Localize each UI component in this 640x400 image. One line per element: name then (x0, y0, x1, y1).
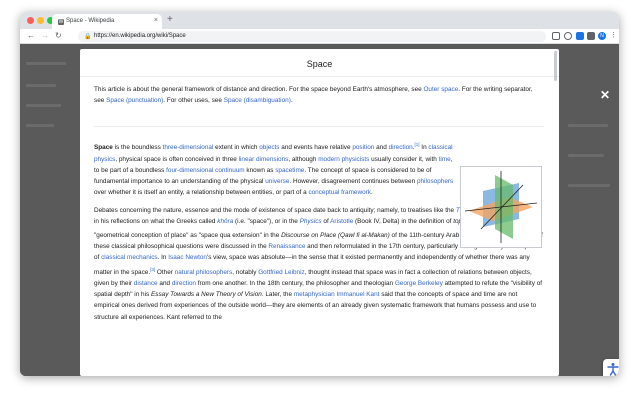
body-text: extent in which (213, 144, 260, 152)
forward-arrow-icon[interactable]: → (41, 31, 49, 40)
accessibility-glyph (607, 363, 619, 376)
divider (94, 126, 544, 128)
lock-icon: 🔒 (84, 34, 92, 40)
browser-window: W Space - Wikipedia × + ← → ↻ 🔒 https://e… (20, 12, 619, 376)
article-link[interactable]: Physics (300, 218, 322, 225)
tab-wikipedia-space[interactable]: W Space - Wikipedia × (52, 14, 162, 29)
link-space-disambiguation[interactable]: Space (disambiguation) (224, 97, 291, 104)
extension-icon[interactable] (576, 32, 584, 40)
body-text: . However, disagreement continues betwee… (289, 178, 417, 186)
link-space-punctuation[interactable]: Space (punctuation) (106, 97, 163, 104)
body-text: of (321, 217, 331, 225)
dialog-title: Space (80, 49, 559, 77)
article-link[interactable]: linear dimensions (239, 156, 289, 163)
body-text: usually consider it, with (369, 155, 439, 163)
italic-text: Discourse on Place (Qawl fi al-Makan) (281, 232, 390, 240)
link-outer-space[interactable]: Outer space (423, 86, 458, 93)
body-text: Debates concerning the nature, essence a… (94, 206, 456, 214)
article-link[interactable]: Renaissance (268, 243, 305, 250)
body-text: and (157, 280, 172, 288)
tab-close-icon[interactable]: × (154, 17, 158, 24)
article-link[interactable]: Immanuel Kant (336, 291, 379, 298)
body-text: is the boundless (112, 144, 163, 152)
minimize-window-dot[interactable] (37, 17, 44, 24)
article-link[interactable]: spacetime (275, 167, 304, 174)
lead-paragraph: Space is the boundless three-dimensional… (94, 139, 454, 198)
address-bar[interactable]: 🔒 https://en.wikipedia.org/wiki/Space (78, 31, 546, 42)
article-link[interactable]: Isaac Newton (168, 254, 207, 261)
wikipedia-favicon-icon: W (58, 19, 64, 25)
body-text: , physical space is often conceived in t… (115, 155, 239, 163)
tab-strip: W Space - Wikipedia × + (20, 12, 619, 29)
article-link[interactable]: philosophers (417, 178, 453, 185)
body-text: , notably (232, 268, 259, 276)
bookmark-icon[interactable] (564, 32, 572, 40)
body-text: . In (157, 254, 169, 262)
close-window-dot[interactable] (27, 17, 34, 24)
article-link[interactable]: modern physicists (318, 156, 369, 163)
article-link[interactable]: universe (265, 178, 289, 185)
body-text: , although (288, 155, 319, 163)
article-link[interactable]: direction (172, 280, 196, 287)
page-viewport: Space This article is about the general … (20, 44, 619, 376)
hatnote-text: . (290, 97, 293, 105)
hatnote: This article is about the general framew… (94, 84, 544, 116)
3d-axes-diagram (464, 171, 538, 243)
accessibility-icon[interactable] (603, 359, 619, 376)
body-text: known as (244, 166, 276, 174)
body-text: from one another. In the 18th century, t… (195, 280, 395, 288)
article-link[interactable]: direction (389, 145, 413, 152)
menu-kebab-icon[interactable]: ⋮ (610, 31, 617, 39)
body-text: and events have relative (279, 144, 353, 152)
bold-term: Space (94, 144, 113, 152)
share-icon[interactable] (552, 32, 560, 40)
article-link[interactable]: objects (259, 145, 279, 152)
body-text: (i.e. "space"), or in the (233, 217, 300, 225)
article-link[interactable]: Aristotle (330, 218, 353, 225)
3d-axes-figure[interactable] (460, 166, 542, 248)
article-link[interactable]: metaphysician (294, 291, 335, 298)
body-text: Other (155, 268, 175, 276)
article-link[interactable]: conceptual framework (308, 189, 371, 196)
article-link[interactable]: natural philosophers (175, 269, 233, 276)
article-link[interactable]: distance (134, 280, 158, 287)
puzzle-icon[interactable] (587, 32, 595, 40)
body-text: . Later, the (261, 291, 294, 299)
article-link[interactable]: Gottfried Leibniz (258, 269, 305, 276)
body-text: (Book IV, Delta) in the definition of (353, 217, 454, 225)
browser-toolbar: ← → ↻ 🔒 https://en.wikipedia.org/wiki/Sp… (20, 29, 619, 44)
body-text: . (370, 189, 373, 197)
url-text: https://en.wikipedia.org/wiki/Space (94, 33, 186, 39)
article-link[interactable]: khôra (217, 218, 233, 225)
body-text: over whether it is itself an entity, a r… (94, 189, 309, 197)
article-link[interactable]: time (439, 156, 451, 163)
hatnote-text: . For other uses, see (163, 97, 224, 105)
dialog-scrollbar[interactable] (554, 51, 557, 81)
new-tab-button[interactable]: + (167, 14, 173, 25)
back-arrow-icon[interactable]: ← (27, 31, 35, 40)
article-preview-dialog: Space This article is about the general … (80, 49, 559, 376)
italic-text: Essay Towards a New Theory of Vision (150, 291, 262, 299)
article-link[interactable]: three-dimensional (163, 145, 214, 152)
close-icon[interactable]: ✕ (600, 88, 610, 102)
tab-title: Space - Wikipedia (66, 18, 115, 24)
profile-avatar[interactable]: N (598, 32, 606, 40)
article-link[interactable]: George Berkeley (395, 280, 443, 287)
article-link[interactable]: four-dimensional continuum (166, 167, 245, 174)
body-text: and (374, 144, 389, 152)
reload-icon[interactable]: ↻ (55, 31, 62, 40)
article-link[interactable]: classical mechanics (101, 254, 157, 261)
hatnote-text: This article is about the general framew… (94, 86, 424, 93)
body-text: in his reflections on what the Greeks ca… (94, 217, 218, 225)
article-link[interactable]: position (352, 145, 374, 152)
